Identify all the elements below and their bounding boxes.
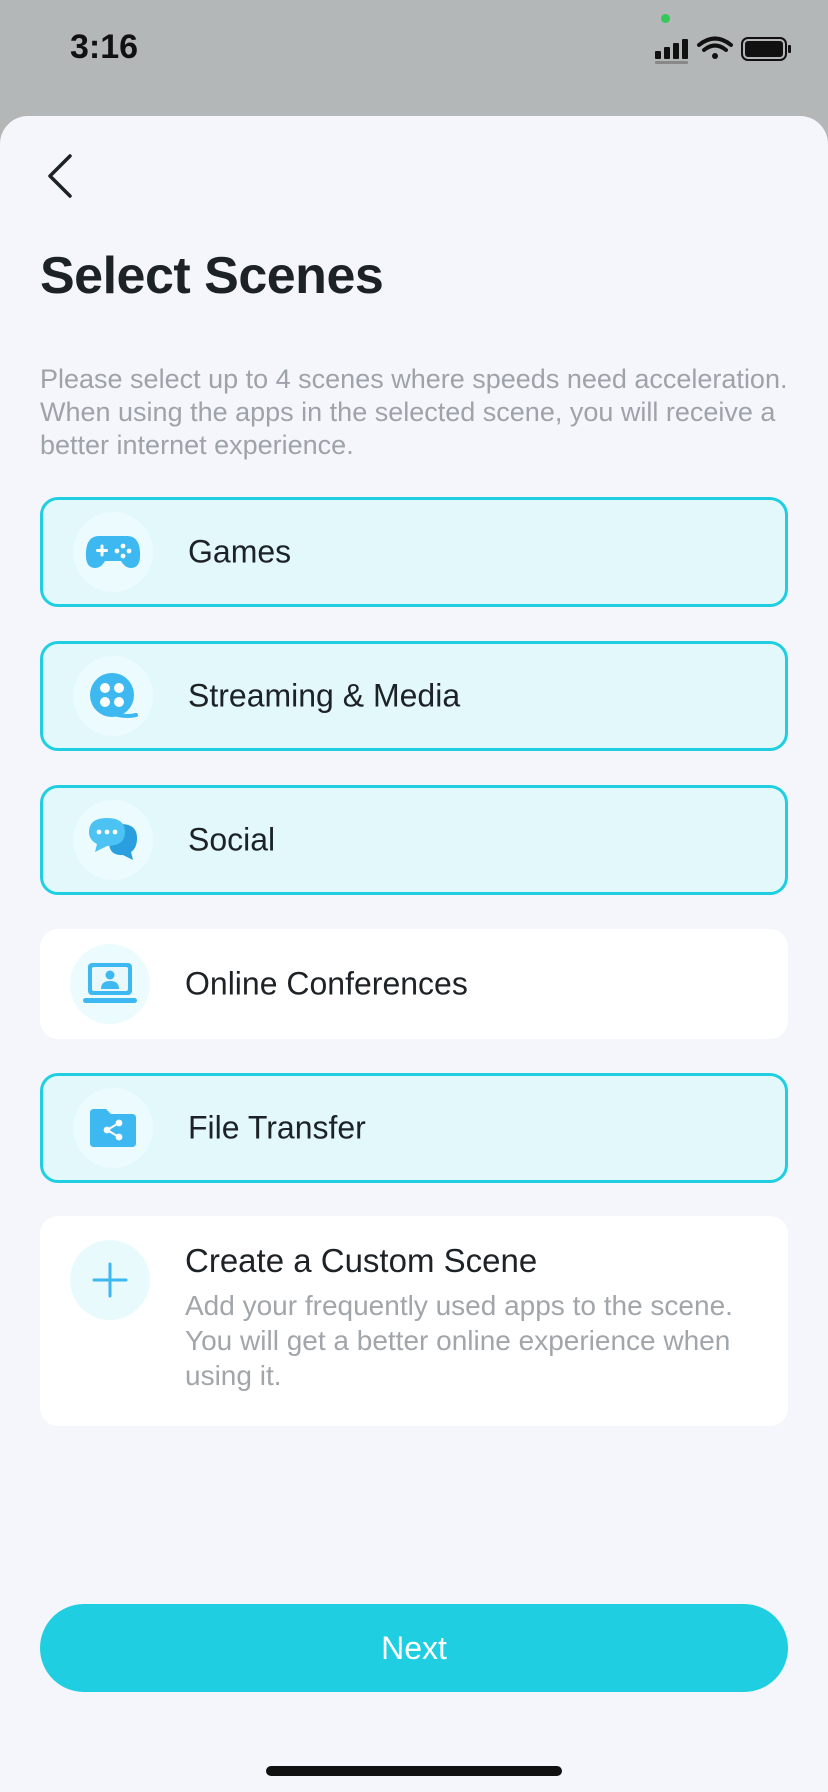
scene-label: Social	[188, 821, 276, 858]
laptop-user-icon	[83, 963, 137, 1003]
chat-bubbles-icon	[89, 818, 137, 860]
next-button[interactable]: Next	[40, 1604, 788, 1692]
scene-card-online-conferences[interactable]: Online Conferences	[40, 929, 788, 1039]
scene-card-streaming-media[interactable]: Streaming & Media	[40, 641, 788, 751]
privacy-indicator-dot	[661, 14, 670, 23]
scene-icon-badge	[73, 512, 153, 592]
scene-icon-badge	[73, 800, 153, 880]
chevron-left-icon	[48, 154, 72, 198]
page-title: Select Scenes	[40, 247, 384, 305]
scene-label: Streaming & Media	[188, 677, 461, 714]
scene-icon-badge	[73, 656, 153, 736]
cellular-signal-icon	[655, 39, 688, 64]
gamepad-icon	[85, 536, 141, 568]
create-custom-scene-card[interactable]: Create a Custom Scene Add your frequentl…	[40, 1216, 788, 1426]
status-bar: 3:16	[0, 0, 828, 110]
scene-icon-badge	[73, 1088, 153, 1168]
status-icons	[655, 36, 791, 64]
scene-label: Games	[188, 533, 292, 570]
wifi-icon	[697, 36, 733, 59]
film-reel-icon	[90, 673, 138, 718]
plus-icon	[92, 1262, 128, 1298]
scene-card-games[interactable]: Games	[40, 497, 788, 607]
scene-icon-badge	[70, 944, 150, 1024]
battery-icon	[741, 37, 791, 61]
custom-scene-title: Create a Custom Scene	[185, 1242, 538, 1279]
scene-card-file-transfer[interactable]: File Transfer	[40, 1073, 788, 1183]
custom-scene-icon-badge	[70, 1240, 150, 1320]
scene-card-social[interactable]: Social	[40, 785, 788, 895]
custom-scene-description: Add your frequently used apps to the sce…	[185, 1290, 733, 1391]
scene-selection-sheet: Select Scenes Please select up to 4 scen…	[0, 116, 828, 1792]
scene-label: File Transfer	[188, 1109, 366, 1146]
status-time: 3:16	[70, 28, 139, 66]
page-description: Please select up to 4 scenes where speed…	[40, 364, 788, 460]
folder-share-icon	[90, 1109, 136, 1147]
scene-label: Online Conferences	[185, 965, 468, 1002]
back-button[interactable]	[40, 148, 84, 204]
home-indicator	[266, 1766, 562, 1776]
